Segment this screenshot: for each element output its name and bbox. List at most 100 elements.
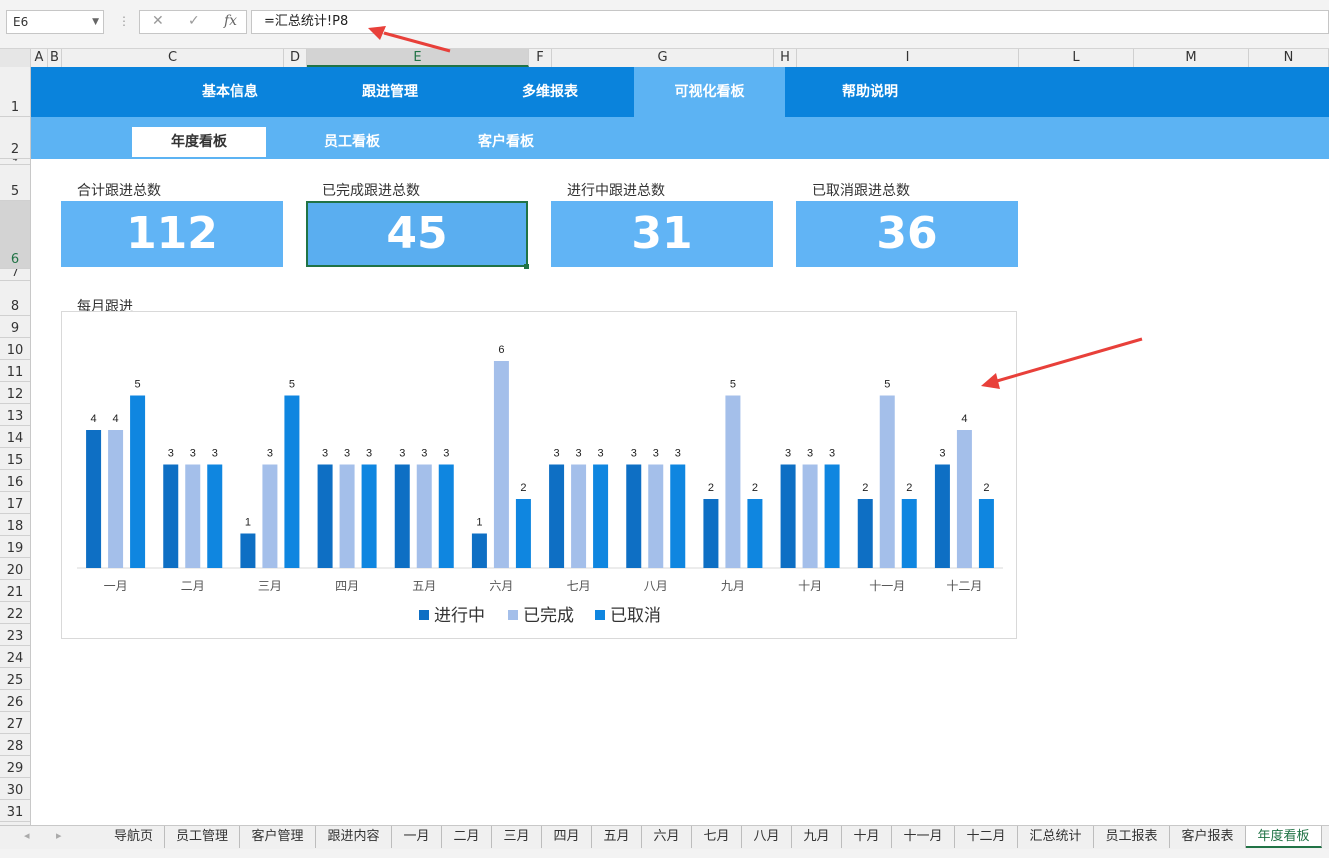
formula-input[interactable]: =汇总统计!P8 xyxy=(251,10,1329,34)
row-header-cell[interactable]: 10 xyxy=(0,338,30,360)
row-header-cell[interactable]: 14 xyxy=(0,426,30,448)
kpi-value-total[interactable]: 112 xyxy=(61,201,283,267)
column-header-cell[interactable]: G xyxy=(552,49,774,67)
sheet-tab[interactable]: 六月 xyxy=(642,826,692,848)
row-header-cell[interactable]: 21 xyxy=(0,580,30,602)
sheet-tab[interactable]: 三月 xyxy=(492,826,542,848)
sheet-tab[interactable]: 一月 xyxy=(392,826,442,848)
sheet-tab[interactable]: 汇总统计 xyxy=(1018,826,1094,848)
row-header-cell[interactable]: 18 xyxy=(0,514,30,536)
row-header-cell[interactable]: 8 xyxy=(0,281,30,316)
scroll-right-icon[interactable]: ▸ xyxy=(56,829,62,842)
subtab-annual[interactable]: 年度看板 xyxy=(132,127,266,157)
sheet-tab[interactable]: 客户报表 xyxy=(1170,826,1246,848)
row-header-cell[interactable]: 20 xyxy=(0,558,30,580)
sheet-tab[interactable]: 导航页 xyxy=(103,826,165,848)
row-header-cell[interactable]: 29 xyxy=(0,756,30,778)
column-header-cell[interactable]: I xyxy=(797,49,1019,67)
fill-handle[interactable] xyxy=(524,264,529,269)
chart-bar xyxy=(934,464,950,568)
column-header-cell[interactable]: M xyxy=(1134,49,1249,67)
sheet-tab[interactable]: 跟进内容 xyxy=(316,826,392,848)
chart-bar xyxy=(747,499,763,568)
sheet-tab[interactable]: 员工报表 xyxy=(1094,826,1170,848)
row-header-cell[interactable]: 2 xyxy=(0,117,30,159)
sheet-tab[interactable]: 八月 xyxy=(742,826,792,848)
sheet-tab[interactable]: 员工管理 xyxy=(165,826,240,848)
column-header-cell[interactable]: A xyxy=(31,49,48,67)
chart-bar xyxy=(780,464,796,568)
chart-frame[interactable]: 4 4 5 一月 3 3 3 二月 1 3 5 三月 3 3 3 四月 3 3 3 五月 1 6 2 六月 3 3 3 七月 3 3 3 八月… xyxy=(61,311,1017,639)
column-header-cell-selected[interactable]: E xyxy=(307,49,529,67)
kpi-value-in-progress[interactable]: 31 xyxy=(551,201,773,267)
x-tick-label: 一月 xyxy=(104,579,128,593)
data-label: 3 xyxy=(631,448,637,460)
sheet-tab[interactable]: 四月 xyxy=(542,826,592,848)
cancel-icon[interactable]: ✕ xyxy=(152,13,164,29)
column-header-cell[interactable]: B xyxy=(48,49,62,67)
insert-function-icon[interactable]: fx xyxy=(224,13,237,29)
data-label: 2 xyxy=(752,482,758,494)
scroll-left-icon[interactable]: ◂ xyxy=(24,829,30,842)
sheet-tab-active[interactable]: 年度看板 xyxy=(1246,826,1322,848)
nav-tab-reports[interactable]: 多维报表 xyxy=(480,67,620,117)
row-header-cell[interactable]: 19 xyxy=(0,536,30,558)
row-header: 1 2 4 5 6 7 8 9 10 11 12 13 14 15 16 17 … xyxy=(0,67,31,825)
data-label: 6 xyxy=(498,344,504,356)
data-label: 3 xyxy=(443,448,449,460)
subtab-employee[interactable]: 员工看板 xyxy=(285,127,419,157)
legend-swatch xyxy=(419,610,429,620)
column-header-cell[interactable]: L xyxy=(1019,49,1134,67)
data-label: 3 xyxy=(190,448,196,460)
row-header-cell[interactable]: 25 xyxy=(0,668,30,690)
subtab-customer[interactable]: 客户看板 xyxy=(439,127,573,157)
sheet-tab[interactable]: 十二月 xyxy=(955,826,1018,848)
nav-tab-help[interactable]: 帮助说明 xyxy=(800,67,940,117)
row-header-cell[interactable]: 12 xyxy=(0,382,30,404)
nav-tab-basic-info[interactable]: 基本信息 xyxy=(160,67,300,117)
sheet-tab[interactable]: 九月 xyxy=(792,826,842,848)
row-header-cell[interactable]: 31 xyxy=(0,800,30,822)
row-header-cell[interactable]: 30 xyxy=(0,778,30,800)
data-label: 3 xyxy=(939,448,945,460)
column-header-cell[interactable]: N xyxy=(1249,49,1329,67)
row-header-cell[interactable]: 9 xyxy=(0,316,30,338)
chevron-down-icon[interactable]: ▼ xyxy=(92,11,99,33)
kpi-value-cancelled[interactable]: 36 xyxy=(796,201,1018,267)
row-header-cell[interactable]: 13 xyxy=(0,404,30,426)
column-header-cell[interactable]: D xyxy=(284,49,307,67)
sheet-tab[interactable]: 五月 xyxy=(592,826,642,848)
sheet-tab[interactable]: 客户管理 xyxy=(240,826,316,848)
name-box[interactable]: E6 ▼ xyxy=(6,10,104,34)
sheet-tab[interactable]: 十一月 xyxy=(892,826,955,848)
chart-bar xyxy=(240,533,256,568)
row-header-cell-selected[interactable]: 6 xyxy=(0,201,30,269)
row-header-cell[interactable]: 17 xyxy=(0,492,30,514)
row-header-cell[interactable]: 7 xyxy=(0,269,30,281)
sheet-tab[interactable]: 十月 xyxy=(842,826,892,848)
row-header-cell[interactable]: 5 xyxy=(0,165,30,201)
column-header-cell[interactable]: F xyxy=(529,49,552,67)
data-label: 3 xyxy=(344,448,350,460)
name-box-value: E6 xyxy=(13,15,29,29)
row-header-cell[interactable]: 23 xyxy=(0,624,30,646)
enter-icon[interactable]: ✓ xyxy=(188,13,200,29)
legend-label: 进行中 xyxy=(434,606,485,626)
nav-tab-dashboard[interactable]: 可视化看板 xyxy=(634,67,785,117)
row-header-cell[interactable]: 28 xyxy=(0,734,30,756)
nav-tab-follow-up[interactable]: 跟进管理 xyxy=(320,67,460,117)
sheet-tab[interactable]: 七月 xyxy=(692,826,742,848)
row-header-cell[interactable]: 27 xyxy=(0,712,30,734)
row-header-cell[interactable]: 1 xyxy=(0,67,30,117)
row-header-cell[interactable]: 15 xyxy=(0,448,30,470)
kpi-value-completed[interactable]: 45 xyxy=(306,201,528,267)
column-header-cell[interactable]: H xyxy=(774,49,797,67)
row-header-cell[interactable]: 26 xyxy=(0,690,30,712)
row-header-cell[interactable]: 24 xyxy=(0,646,30,668)
select-all-corner[interactable] xyxy=(0,49,31,67)
sheet-tab[interactable]: 二月 xyxy=(442,826,492,848)
row-header-cell[interactable]: 22 xyxy=(0,602,30,624)
column-header-cell[interactable]: C xyxy=(62,49,284,67)
row-header-cell[interactable]: 16 xyxy=(0,470,30,492)
row-header-cell[interactable]: 11 xyxy=(0,360,30,382)
